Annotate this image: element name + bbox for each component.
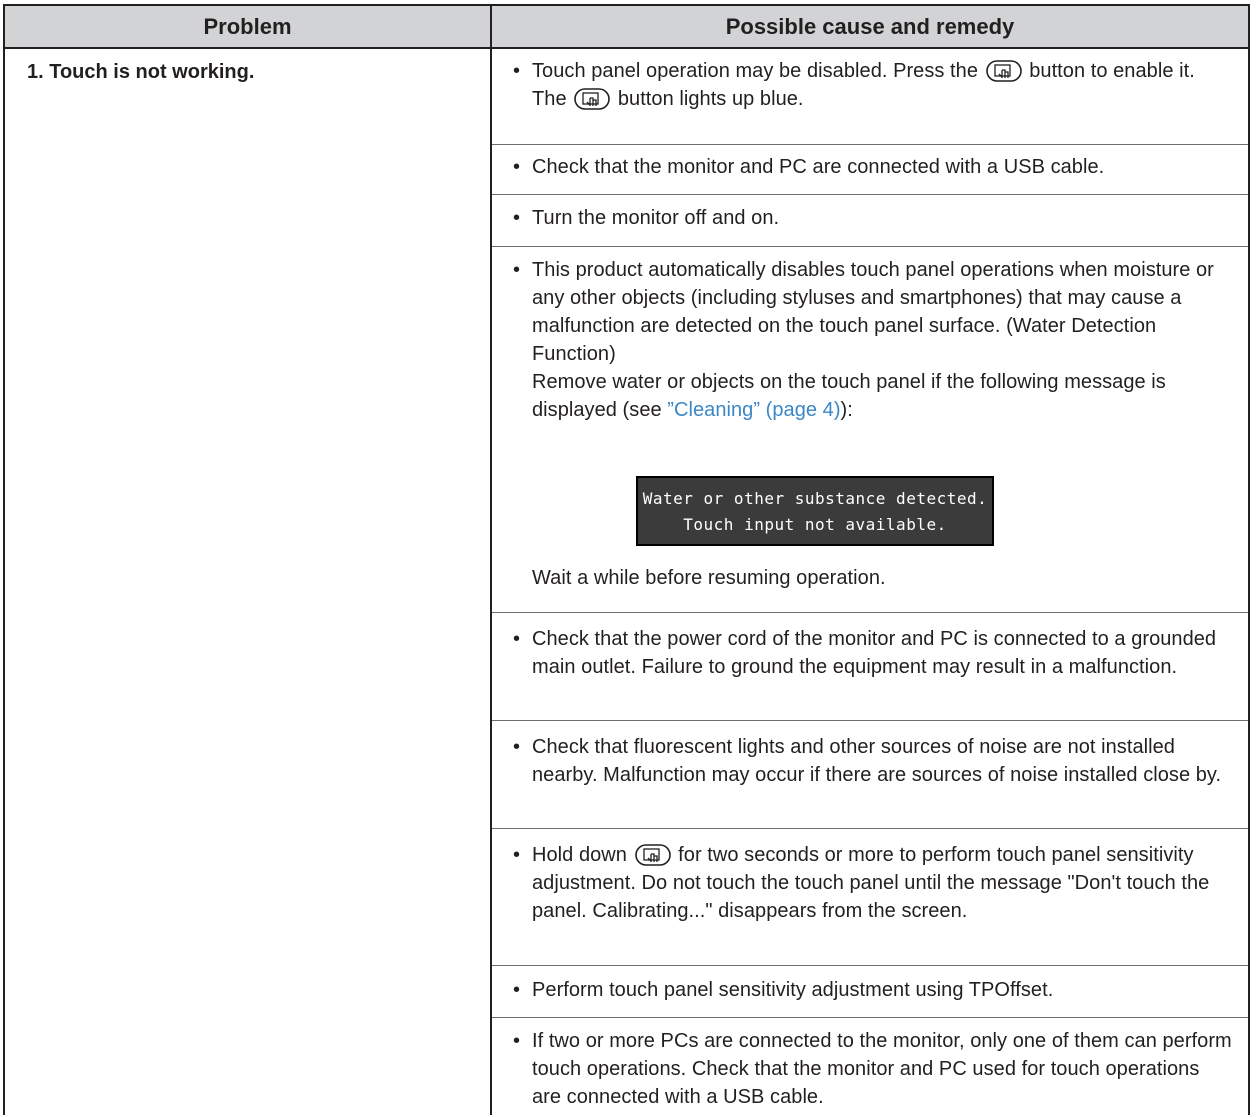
remedy-7-text-a: Hold down [532,844,627,866]
remedy-4: • This product automatically disables to… [513,256,1232,424]
remedy-9: • If two or more PCs are connected to th… [513,1027,1232,1111]
bullet: • [513,628,521,650]
remedy-8-text: Perform touch panel sensitivity adjustme… [532,979,1054,1001]
remedy-row-5: • Check that the power cord of the monit… [492,613,1248,721]
water-detection-message: Water or other substance detected. Touch… [636,476,994,546]
troubleshooting-table: Problem Possible cause and remedy 1. Tou… [3,4,1250,1115]
remedy-row-4: • This product automatically disables to… [492,247,1248,613]
header-problem: Problem [203,14,292,39]
bullet: • [513,259,521,281]
remedy-3-text: Turn the monitor off and on. [532,207,780,229]
header-remedy: Possible cause and remedy [725,14,1015,39]
remedy-9-text: If two or more PCs are connected to the … [532,1030,1232,1108]
remedy-4-text: This product automatically disables touc… [532,259,1214,365]
touch-button-icon [634,844,671,866]
remedy-2: • Check that the monitor and PC are conn… [513,153,1232,181]
remedy-6: • Check that fluorescent lights and othe… [513,733,1232,789]
remedy-row-1: • Touch panel operation may be disabled.… [492,49,1248,145]
bullet: • [513,60,521,82]
remedy-8: • Perform touch panel sensitivity adjust… [513,976,1232,1004]
remedy-row-7: • Hold down for two seconds or more to p… [492,829,1248,966]
remedy-row-9: • If two or more PCs are connected to th… [492,1018,1248,1117]
cleaning-link[interactable]: ”Cleaning” (page 4) [667,399,840,421]
remedy-4-after: Wait a while before resuming operation. [513,564,1232,592]
message-line-2: Touch input not available. [683,515,947,534]
bullet: • [513,156,521,178]
bullet: • [513,844,521,866]
remedy-row-2: • Check that the monitor and PC are conn… [492,145,1248,195]
bullet: • [513,979,521,1001]
bullet: • [513,736,521,758]
remedy-5: • Check that the power cord of the monit… [513,625,1232,681]
table-header: Problem Possible cause and remedy [5,6,1248,49]
remedy-4-text-2-end: ): [840,399,853,421]
touch-button-icon [985,60,1022,82]
message-line-1: Water or other substance detected. [642,489,988,508]
remedy-7: • Hold down for two seconds or more to p… [513,841,1232,925]
remedy-5-text: Check that the power cord of the monitor… [532,628,1217,678]
touch-button-icon [574,88,611,110]
remedy-1-text-a: Touch panel operation may be disabled. P… [532,60,979,82]
problem-text: 1. Touch is not working. [27,61,255,83]
bullet: • [513,1030,521,1052]
remedy-2-text: Check that the monitor and PC are connec… [532,156,1105,178]
remedy-3: • Turn the monitor off and on. [513,204,1232,232]
remedy-row-6: • Check that fluorescent lights and othe… [492,721,1248,829]
bullet: • [513,207,521,229]
remedy-row-3: • Turn the monitor off and on. [492,195,1248,247]
remedy-1-text-c: button lights up blue. [617,88,804,110]
remedy-4-after-text: Wait a while before resuming operation. [532,567,886,589]
remedy-6-text: Check that fluorescent lights and other … [532,736,1222,786]
remedy-1: • Touch panel operation may be disabled.… [513,57,1232,113]
remedy-row-8: • Perform touch panel sensitivity adjust… [492,966,1248,1018]
